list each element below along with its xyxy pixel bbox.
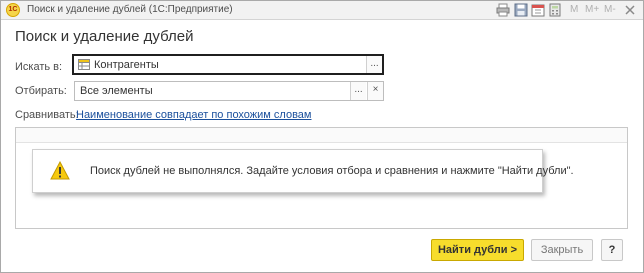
page-title: Поиск и удаление дублей xyxy=(15,28,194,45)
app-window: 1С Поиск и удаление дублей (1С:Предприят… xyxy=(0,0,644,273)
filter-label: Отбирать: xyxy=(15,85,67,97)
table-icon xyxy=(78,59,90,70)
search-in-field[interactable]: Контрагенты ... xyxy=(72,54,384,75)
info-message-box: Поиск дублей не выполнялся. Задайте усло… xyxy=(32,149,574,193)
filter-value: Все элементы xyxy=(80,85,153,97)
info-message-text: Поиск дублей не выполнялся. Задайте усло… xyxy=(90,165,574,177)
find-duplicates-button[interactable]: Найти дубли > xyxy=(431,239,524,261)
filter-field[interactable]: Все элементы ... × xyxy=(74,81,384,101)
filter-choose-button[interactable]: ... xyxy=(350,82,366,100)
save-icon[interactable] xyxy=(514,3,528,17)
filter-clear-button[interactable]: × xyxy=(367,82,383,100)
close-button[interactable]: Закрыть xyxy=(531,239,593,261)
calendar-icon[interactable] xyxy=(531,3,545,17)
search-in-choose-button[interactable]: ... xyxy=(366,56,382,73)
compare-label: Сравнивать: xyxy=(15,109,79,121)
results-area: Поиск дублей не выполнялся. Задайте усло… xyxy=(15,127,628,229)
close-icon[interactable] xyxy=(623,3,637,17)
memory-subtract-button[interactable]: M- xyxy=(604,3,616,17)
calculator-icon[interactable] xyxy=(548,3,562,17)
memory-add-button[interactable]: M+ xyxy=(585,3,599,17)
title-bar: 1С Поиск и удаление дублей (1С:Предприят… xyxy=(1,1,643,20)
memory-store-button[interactable]: M xyxy=(570,3,578,17)
compare-rule-link[interactable]: Наименование совпадает по похожим словам xyxy=(76,109,312,121)
print-icon[interactable] xyxy=(496,3,510,17)
help-button[interactable]: ? xyxy=(601,239,623,261)
results-header xyxy=(16,128,627,143)
search-in-label: Искать в: xyxy=(15,61,63,73)
app-logo-icon: 1С xyxy=(6,3,20,17)
search-in-value: Контрагенты xyxy=(94,59,159,71)
warning-icon xyxy=(50,160,70,181)
window-title: Поиск и удаление дублей (1С:Предприятие) xyxy=(27,4,233,15)
